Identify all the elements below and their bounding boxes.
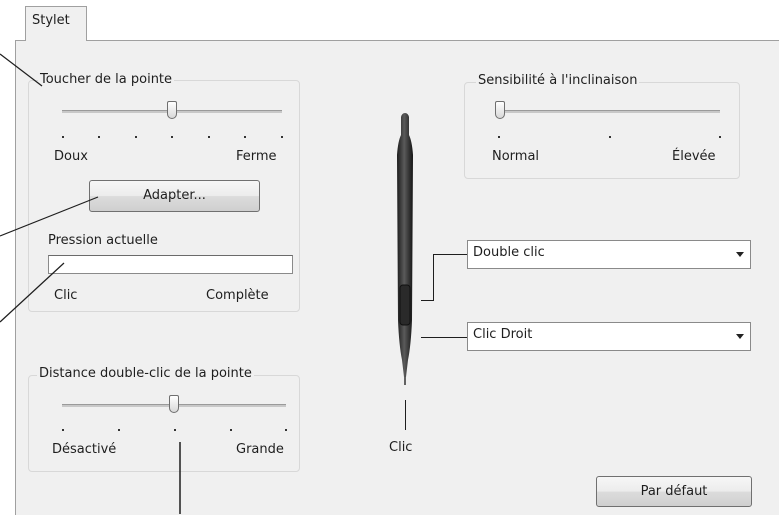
tab-stylet[interactable]: Stylet	[25, 6, 87, 41]
callout-lines	[0, 53, 181, 514]
tab-label: Stylet	[32, 13, 70, 28]
